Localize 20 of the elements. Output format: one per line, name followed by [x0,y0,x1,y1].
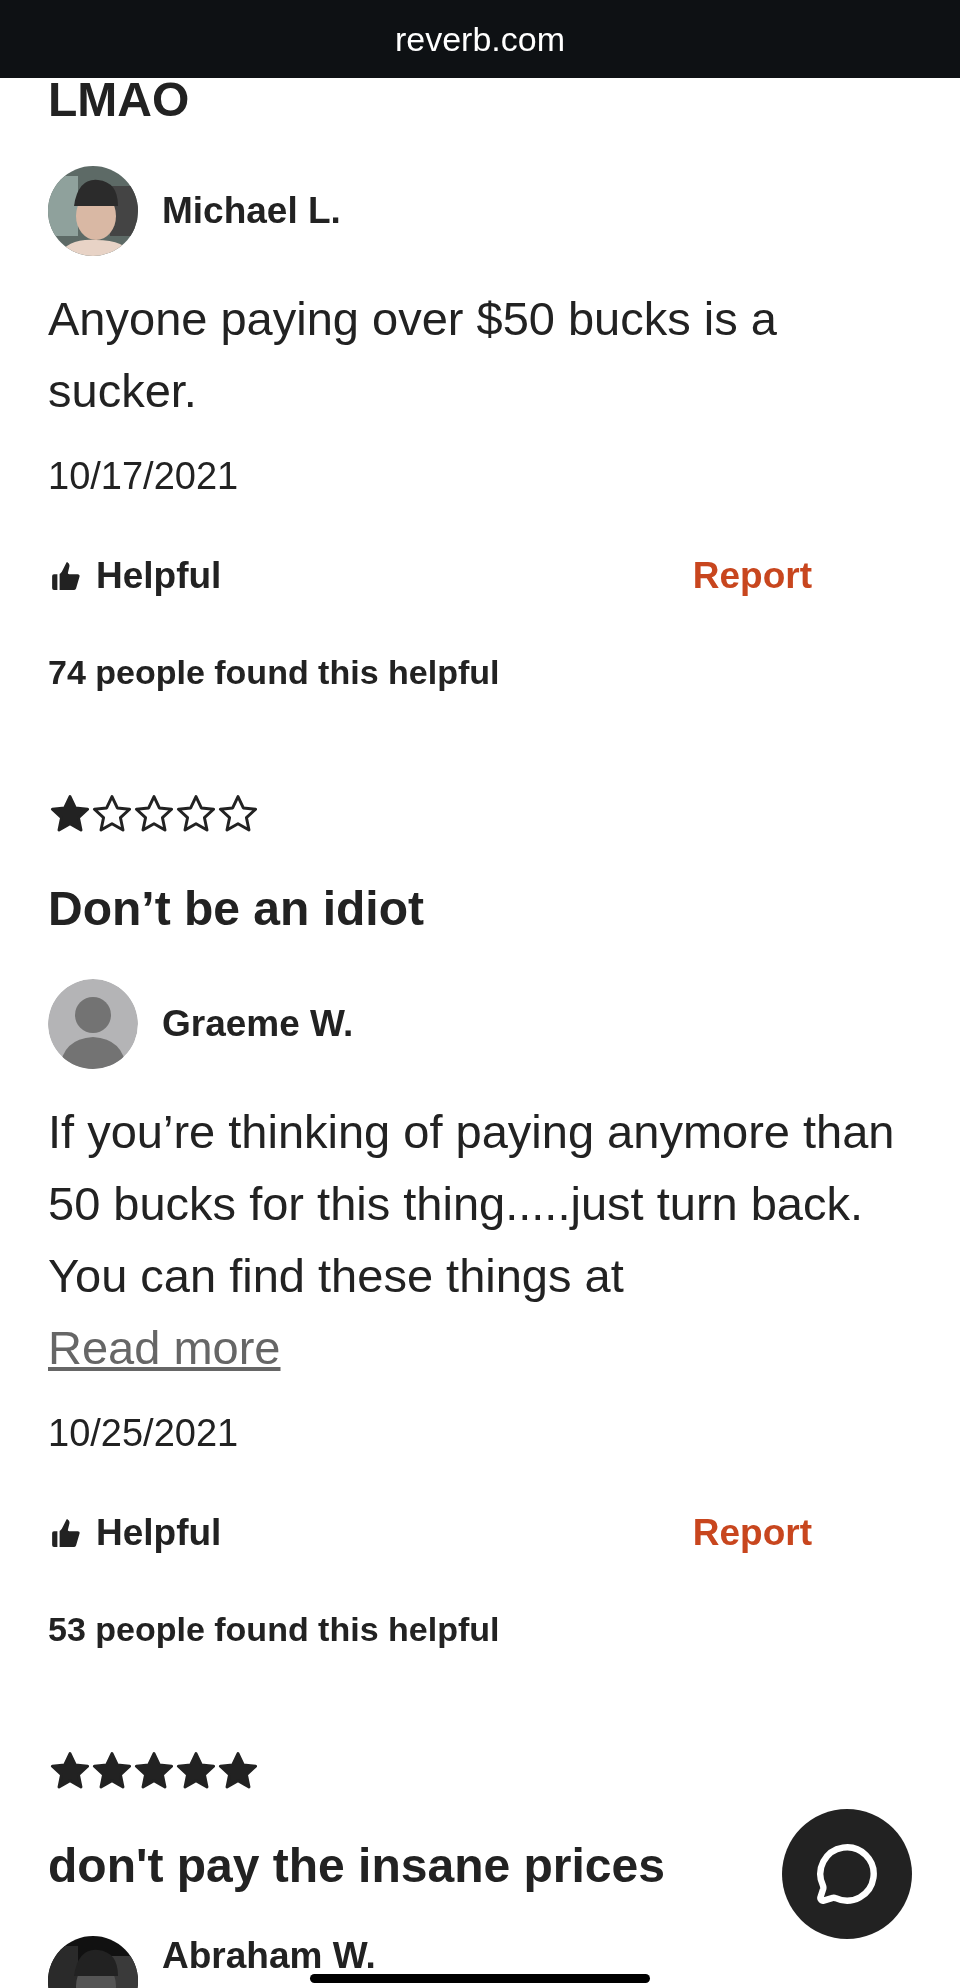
review-text: Anyone paying over $50 bucks is a sucker. [48,291,778,419]
reviewer-name: Michael L. [162,191,341,231]
review-title: LMAO [48,76,190,124]
default-avatar-icon [48,979,138,1069]
read-more-link[interactable]: Read more [48,1312,281,1384]
review-date: 10/25/2021 [48,1411,240,1455]
chat-bubble-icon [815,1842,879,1906]
review-text: If you’re thinking of paying anymore than 50 bucks for this thing.....just turn back. You can find these things at [48,1104,896,1304]
review-title: don't pay the insane prices [48,1838,665,1894]
helpful-button[interactable]: Helpful [48,1505,222,1561]
reviewer-name: Abraham W. [162,1936,376,1976]
helpful-button[interactable]: Helpful [48,548,222,604]
helpful-count: 74 people found this helpful [48,652,501,693]
review-title: Don’t be an idiot [48,881,424,937]
report-button[interactable]: Report [692,1505,812,1561]
reviewer-name: Graeme W. [162,1004,354,1044]
review-date: 10/17/2021 [48,454,240,498]
helpful-count: 53 people found this helpful [48,1609,501,1650]
url-text[interactable]: reverb.com [394,13,566,65]
report-button[interactable]: Report [692,548,812,604]
